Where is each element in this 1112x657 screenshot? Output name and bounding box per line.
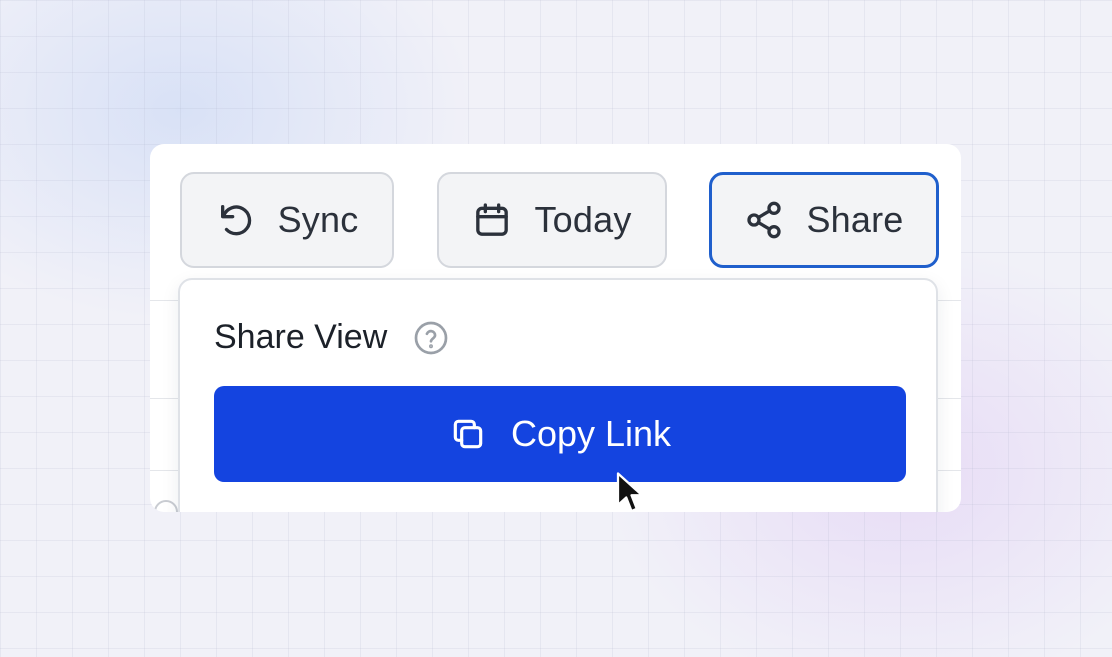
refresh-icon xyxy=(216,200,256,240)
sync-label: Sync xyxy=(277,199,359,240)
share-view-header: Share View xyxy=(214,318,449,357)
share-label: Share xyxy=(806,199,904,240)
popover-title: Share View xyxy=(214,318,388,356)
share-popover: Share View Copy Link xyxy=(178,278,938,512)
question-circle-icon[interactable] xyxy=(413,320,449,356)
copy-link-label: Copy Link xyxy=(510,413,672,454)
app-card: Sync Today Share Share View Copy Link xyxy=(150,144,961,512)
copy-icon xyxy=(449,415,487,453)
share-button[interactable]: Share xyxy=(709,172,939,268)
share-nodes-icon xyxy=(744,200,784,240)
copy-link-button[interactable]: Copy Link xyxy=(214,386,906,482)
today-button[interactable]: Today xyxy=(437,172,667,268)
sync-button[interactable]: Sync xyxy=(180,172,394,268)
mouse-cursor-icon xyxy=(616,472,644,513)
row-radio[interactable] xyxy=(154,500,178,512)
calendar-icon xyxy=(472,200,512,240)
today-label: Today xyxy=(534,199,632,240)
